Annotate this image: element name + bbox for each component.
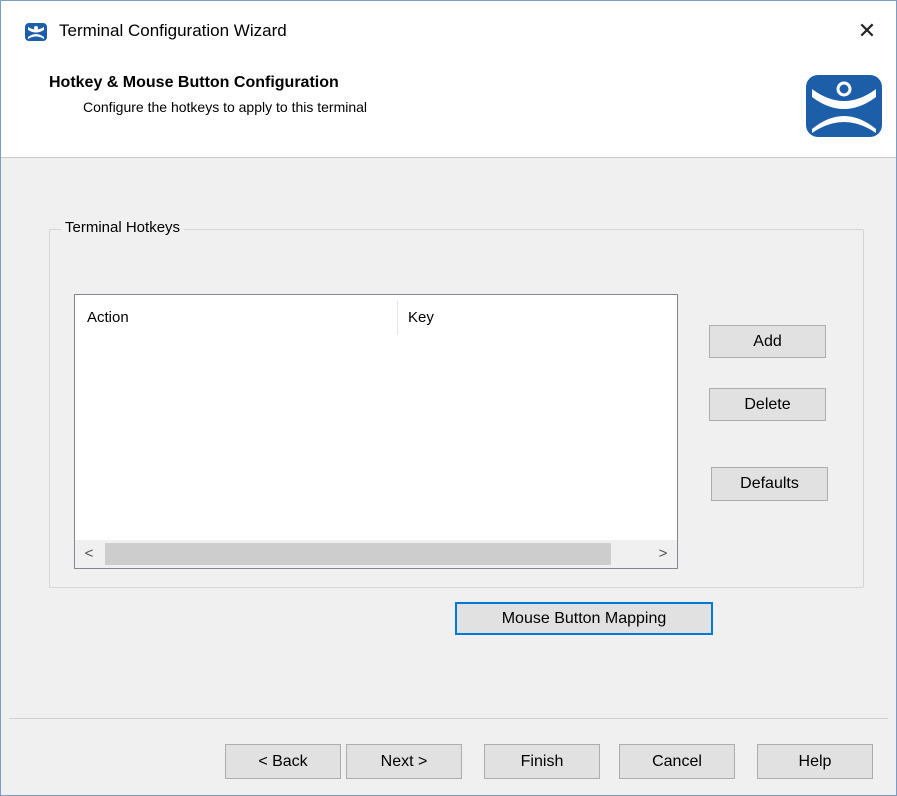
thinmanager-mask-icon xyxy=(25,23,47,41)
thinmanager-logo xyxy=(806,75,882,137)
title-bar: Terminal Configuration Wizard ✕ xyxy=(1,1,896,57)
back-button[interactable]: < Back xyxy=(225,744,341,779)
scroll-left-icon[interactable]: < xyxy=(75,540,103,568)
page-subtitle: Configure the hotkeys to apply to this t… xyxy=(83,99,368,115)
wizard-window: Terminal Configuration Wizard ✕ Hotkey &… xyxy=(0,0,897,796)
help-button[interactable]: Help xyxy=(757,744,873,779)
column-header-key[interactable]: Key xyxy=(398,295,677,339)
scroll-right-icon[interactable]: > xyxy=(649,540,677,568)
page-title: Hotkey & Mouse Button Configuration xyxy=(49,74,339,91)
close-icon[interactable]: ✕ xyxy=(850,15,884,47)
window-title: Terminal Configuration Wizard xyxy=(59,21,287,40)
scrollbar-thumb[interactable] xyxy=(105,543,611,565)
add-button[interactable]: Add xyxy=(709,325,826,358)
terminal-hotkeys-label: Terminal Hotkeys xyxy=(61,219,185,236)
column-header-action[interactable]: Action xyxy=(75,295,397,339)
hotkeys-list[interactable]: Action Key < > xyxy=(74,294,678,569)
wizard-header: Hotkey & Mouse Button Configuration Conf… xyxy=(1,57,896,158)
defaults-button[interactable]: Defaults xyxy=(711,467,828,501)
finish-button[interactable]: Finish xyxy=(484,744,600,779)
mouse-button-mapping-button[interactable]: Mouse Button Mapping xyxy=(455,602,713,635)
delete-button[interactable]: Delete xyxy=(709,388,826,421)
footer-divider xyxy=(9,718,888,719)
horizontal-scrollbar[interactable]: < > xyxy=(75,540,677,568)
cancel-button[interactable]: Cancel xyxy=(619,744,735,779)
next-button[interactable]: Next > xyxy=(346,744,462,779)
